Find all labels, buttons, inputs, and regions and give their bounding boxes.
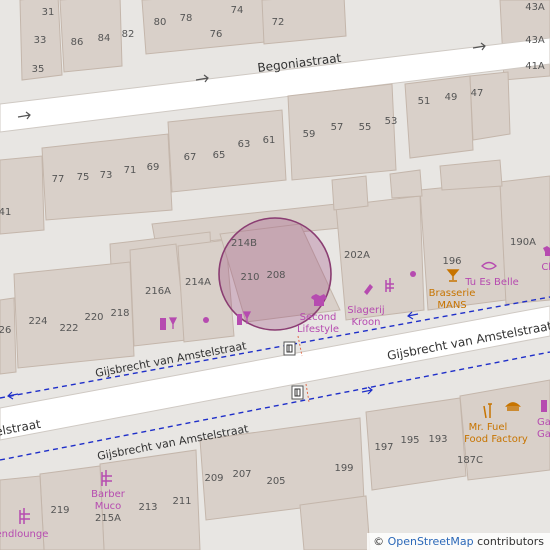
house-number-n215a: 215A [95, 513, 121, 524]
house-number-n61: 61 [263, 135, 276, 146]
poi-label-slagerij-kroon-2[interactable]: Kroon [351, 317, 380, 328]
poi-label-brasserie-1[interactable]: Brasserie [429, 288, 476, 299]
house-number-n218: 218 [110, 308, 129, 319]
house-number-n43a_top: 43A [525, 2, 545, 13]
house-number-n219: 219 [50, 505, 69, 516]
house-number-n214b: 214B [231, 238, 257, 249]
house-number-n53: 53 [385, 116, 398, 127]
house-number-n72: 72 [272, 17, 285, 28]
house-number-n77: 77 [52, 174, 65, 185]
house-number-n59: 59 [303, 129, 316, 140]
house-number-n57: 57 [331, 122, 344, 133]
house-number-n222: 222 [59, 323, 78, 334]
house-number-n41: 41 [0, 207, 11, 218]
attribution-suffix: contributors [477, 535, 544, 548]
poi-label-barber-1[interactable]: Barber [91, 489, 126, 500]
house-number-n43a: 43A [525, 35, 545, 46]
alcohol-shop-icon-2[interactable] [541, 400, 547, 412]
poi-label-slagerij-kroon-1[interactable]: Slagerij [347, 305, 384, 316]
house-number-n65: 65 [213, 150, 226, 161]
poi-label-cut-ga[interactable]: Ga [537, 417, 550, 428]
map-canvas[interactable]: 31 33 35 86 84 82 80 78 76 74 72 43A 43A… [0, 0, 550, 550]
house-number-n216a: 216A [145, 286, 171, 297]
house-number-n197: 197 [374, 442, 393, 453]
house-number-n224: 224 [28, 316, 47, 327]
poi-label-second-lifestyle-2[interactable]: Lifestyle [297, 324, 339, 335]
house-number-n63: 63 [238, 139, 251, 150]
house-number-n69: 69 [147, 162, 160, 173]
house-number-n196: 196 [442, 256, 461, 267]
house-number-n71: 71 [124, 165, 137, 176]
house-number-n209: 209 [204, 473, 223, 484]
house-number-n220: 220 [84, 312, 103, 323]
house-number-n75: 75 [77, 172, 90, 183]
poi-label-mr-fuel-2[interactable]: Food Factory [464, 434, 528, 445]
house-number-n35: 35 [32, 64, 45, 75]
house-number-n202a: 202A [344, 250, 370, 261]
house-number-n41a: 41A [525, 61, 545, 72]
poi-label-tu-es-belle[interactable]: Tu Es Belle [464, 277, 519, 288]
house-number-n214a: 214A [185, 277, 211, 288]
shop-dot-icon-2[interactable] [203, 317, 209, 323]
osm-link[interactable]: OpenStreetMap [388, 535, 474, 548]
house-number-n80: 80 [154, 17, 167, 28]
house-number-n207: 207 [232, 469, 251, 480]
house-number-n190a: 190A [510, 237, 536, 248]
poi-label-mr-fuel-1[interactable]: Mr. Fuel [469, 422, 508, 433]
house-number-n208: 208 [266, 270, 285, 281]
house-number-n193: 193 [428, 434, 447, 445]
house-number-n205: 205 [266, 476, 285, 487]
poi-label-second-lifestyle-1[interactable]: Second [300, 312, 337, 323]
house-number-n82: 82 [122, 29, 135, 40]
house-number-n78: 78 [180, 13, 193, 24]
poi-label-cut-lounge[interactable]: rendlounge [0, 529, 48, 540]
house-number-n26: 26 [0, 325, 11, 336]
poi-label-cut-ga2[interactable]: Ga [537, 429, 550, 440]
house-number-n195: 195 [400, 435, 419, 446]
house-number-n55: 55 [359, 122, 372, 133]
house-number-n33: 33 [34, 35, 47, 46]
house-number-n199: 199 [334, 463, 353, 474]
map-svg: 31 33 35 86 84 82 80 78 76 74 72 43A 43A… [0, 0, 550, 550]
house-number-n51: 51 [418, 96, 431, 107]
house-number-n213: 213 [138, 502, 157, 513]
house-number-n47: 47 [471, 88, 484, 99]
poi-label-brasserie-2[interactable]: MANS [437, 300, 466, 311]
house-number-n67: 67 [184, 152, 197, 163]
poi-label-barber-2[interactable]: Muco [95, 501, 122, 512]
house-number-n86: 86 [71, 37, 84, 48]
shop-dot-icon[interactable] [410, 271, 416, 277]
house-number-n211: 211 [172, 496, 191, 507]
house-number-n84: 84 [98, 33, 111, 44]
house-number-n74: 74 [231, 5, 244, 16]
house-number-n73: 73 [100, 170, 113, 181]
house-number-n76: 76 [210, 29, 223, 40]
house-number-n210: 210 [240, 272, 259, 283]
attribution: © OpenStreetMap contributors [367, 533, 550, 550]
poi-label-cut-ch[interactable]: Ch [541, 262, 550, 273]
house-number-n49: 49 [445, 92, 458, 103]
house-number-n187c: 187C [457, 455, 483, 466]
house-number-n31: 31 [42, 7, 55, 18]
copyright-symbol: © [373, 535, 385, 548]
